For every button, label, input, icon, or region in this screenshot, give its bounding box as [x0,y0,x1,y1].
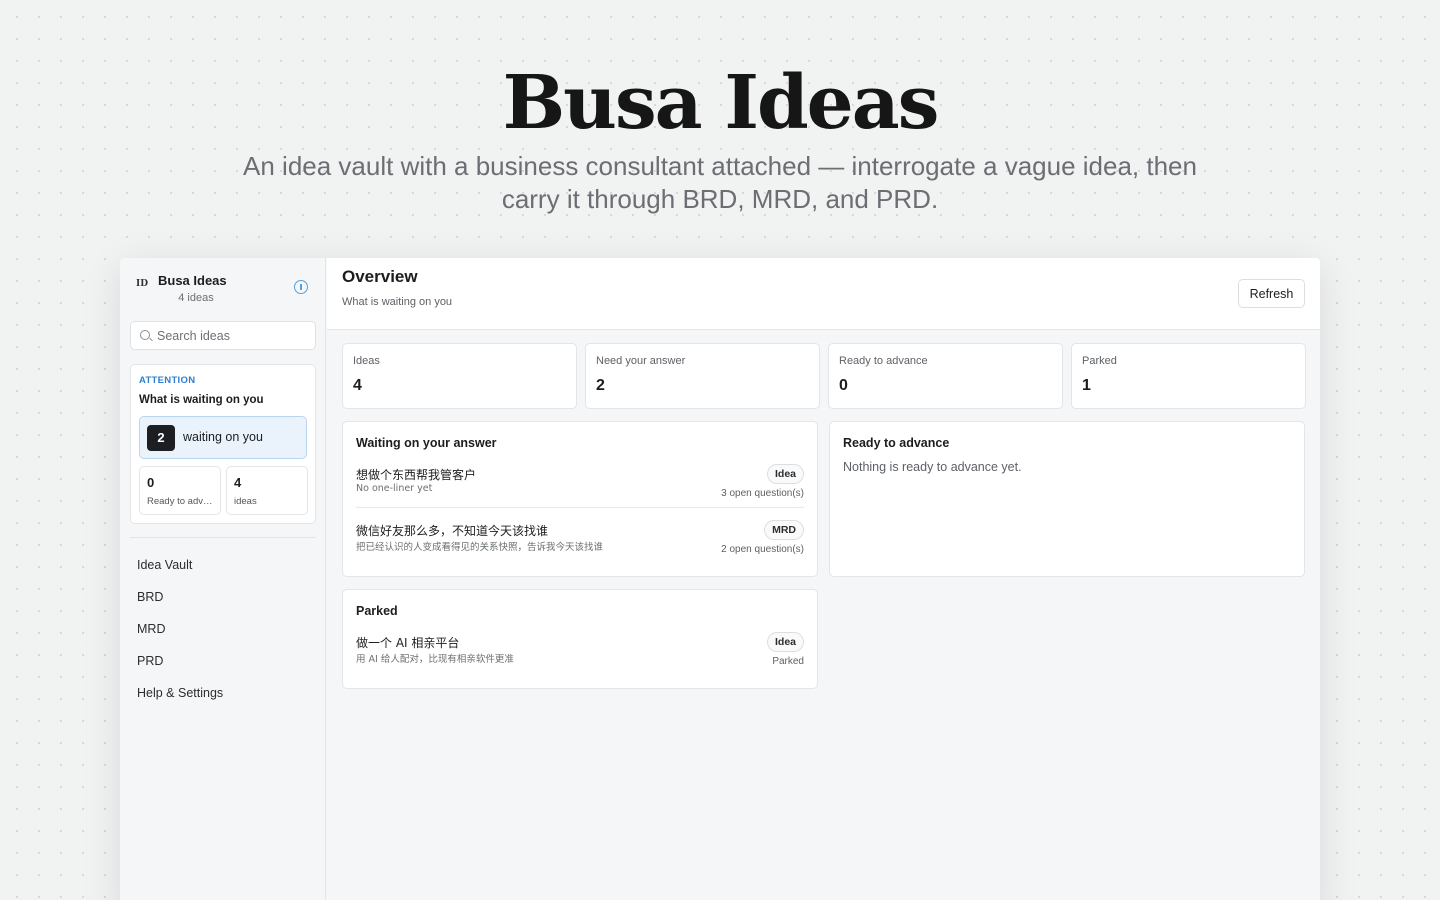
hero-title: Busa Ideas [502,60,940,146]
sidebar-nav: Idea Vault BRD MRD PRD Help & Settings [137,556,223,716]
panel-title: Parked [356,604,398,618]
waiting-panel: Waiting on your answer 想做个东西帮我管客户 No one… [342,421,818,577]
row-divider [356,507,804,508]
sidebar-item-help-settings[interactable]: Help & Settings [137,684,223,716]
sidebar-item-mrd[interactable]: MRD [137,620,223,652]
attention-card: ATTENTION What is waiting on you 2 waiti… [130,364,316,524]
attention-label: ATTENTION [139,375,196,386]
stat-value: 1 [1082,377,1091,394]
idea-one-liner: No one-liner yet [356,483,433,494]
ready-to-advance-tile[interactable]: 0 Ready to advance [139,466,221,515]
waiting-on-you-button[interactable]: 2 waiting on you [139,416,307,459]
ready-count: 0 [147,475,155,490]
status-label: Parked [772,656,804,667]
list-item[interactable]: 做一个 AI 相亲平台 用 AI 给人配对，比现有相亲软件更准 Idea Par… [356,632,804,678]
main-header: Overview What is waiting on you Refresh [327,258,1320,330]
list-item[interactable]: 想做个东西帮我管客户 No one-liner yet Idea 3 open … [356,464,804,510]
search-box[interactable] [130,321,316,350]
sidebar-item-idea-vault[interactable]: Idea Vault [137,556,223,588]
sidebar-item-prd[interactable]: PRD [137,652,223,684]
idea-title: 想做个东西帮我管客户 [356,468,477,482]
stat-value: 2 [596,377,605,394]
idea-title: 微信好友那么多，不知道今天该找谁 [356,524,549,538]
brand-idea-count: 4 ideas [178,292,214,304]
stat-label: Ideas [353,355,380,367]
stat-label: Parked [1082,355,1117,367]
idea-title: 做一个 AI 相亲平台 [356,636,460,650]
stat-card-ready: Ready to advance 0 [828,343,1063,409]
ideas-label: ideas [234,496,257,507]
app-window: ID Busa Ideas 4 ideas ATTENTION What is … [120,258,1320,900]
panel-title: Waiting on your answer [356,436,497,450]
stat-card-parked: Parked 1 [1071,343,1306,409]
open-questions-count: 2 open question(s) [721,544,804,555]
page-subtitle: What is waiting on you [342,296,453,308]
stat-card-need-answer: Need your answer 2 [585,343,820,409]
sidebar: ID Busa Ideas 4 ideas ATTENTION What is … [120,258,326,900]
ideas-tile[interactable]: 4 ideas [226,466,308,515]
idea-one-liner: 把已经认识的人变成看得见的关系快照，告诉我今天该找谁 [356,542,604,553]
stat-label: Ready to advance [839,355,928,367]
stat-label: Need your answer [596,355,686,367]
page-title: Overview [342,267,418,286]
ready-label: Ready to advance [147,496,215,507]
sidebar-item-brd[interactable]: BRD [137,588,223,620]
empty-state: Nothing is ready to advance yet. [843,460,1022,474]
sidebar-divider [130,537,316,538]
list-item[interactable]: 微信好友那么多，不知道今天该找谁 把已经认识的人变成看得见的关系快照，告诉我今天… [356,520,804,566]
ready-panel: Ready to advance Nothing is ready to adv… [829,421,1305,577]
panel-title: Ready to advance [843,436,950,450]
refresh-button[interactable]: Refresh [1238,279,1305,308]
stage-badge: Idea [766,464,804,484]
idea-one-liner: 用 AI 给人配对，比现有相亲软件更准 [356,654,514,665]
brand: ID Busa Ideas 4 ideas [134,272,314,308]
waiting-count-badge: 2 [147,425,175,451]
hero-subtitle: An idea vault with a business consultant… [243,151,1197,214]
main-content: Overview What is waiting on you Refresh … [327,258,1320,900]
waiting-label: waiting on you [183,430,263,444]
stage-badge: MRD [764,520,804,540]
search-input[interactable] [157,327,307,345]
stat-value: 4 [353,377,362,394]
brand-name: Busa Ideas [158,273,227,288]
stat-card-ideas: Ideas 4 [342,343,577,409]
parked-panel: Parked 做一个 AI 相亲平台 用 AI 给人配对，比现有相亲软件更准 I… [342,589,818,689]
ideas-count: 4 [234,475,242,490]
open-questions-count: 3 open question(s) [721,488,804,499]
stage-badge: Idea [766,632,804,652]
info-icon[interactable] [294,280,308,294]
brand-logo: ID [136,279,149,289]
stat-value: 0 [839,377,848,394]
attention-title: What is waiting on you [139,394,264,406]
search-icon [140,330,150,340]
